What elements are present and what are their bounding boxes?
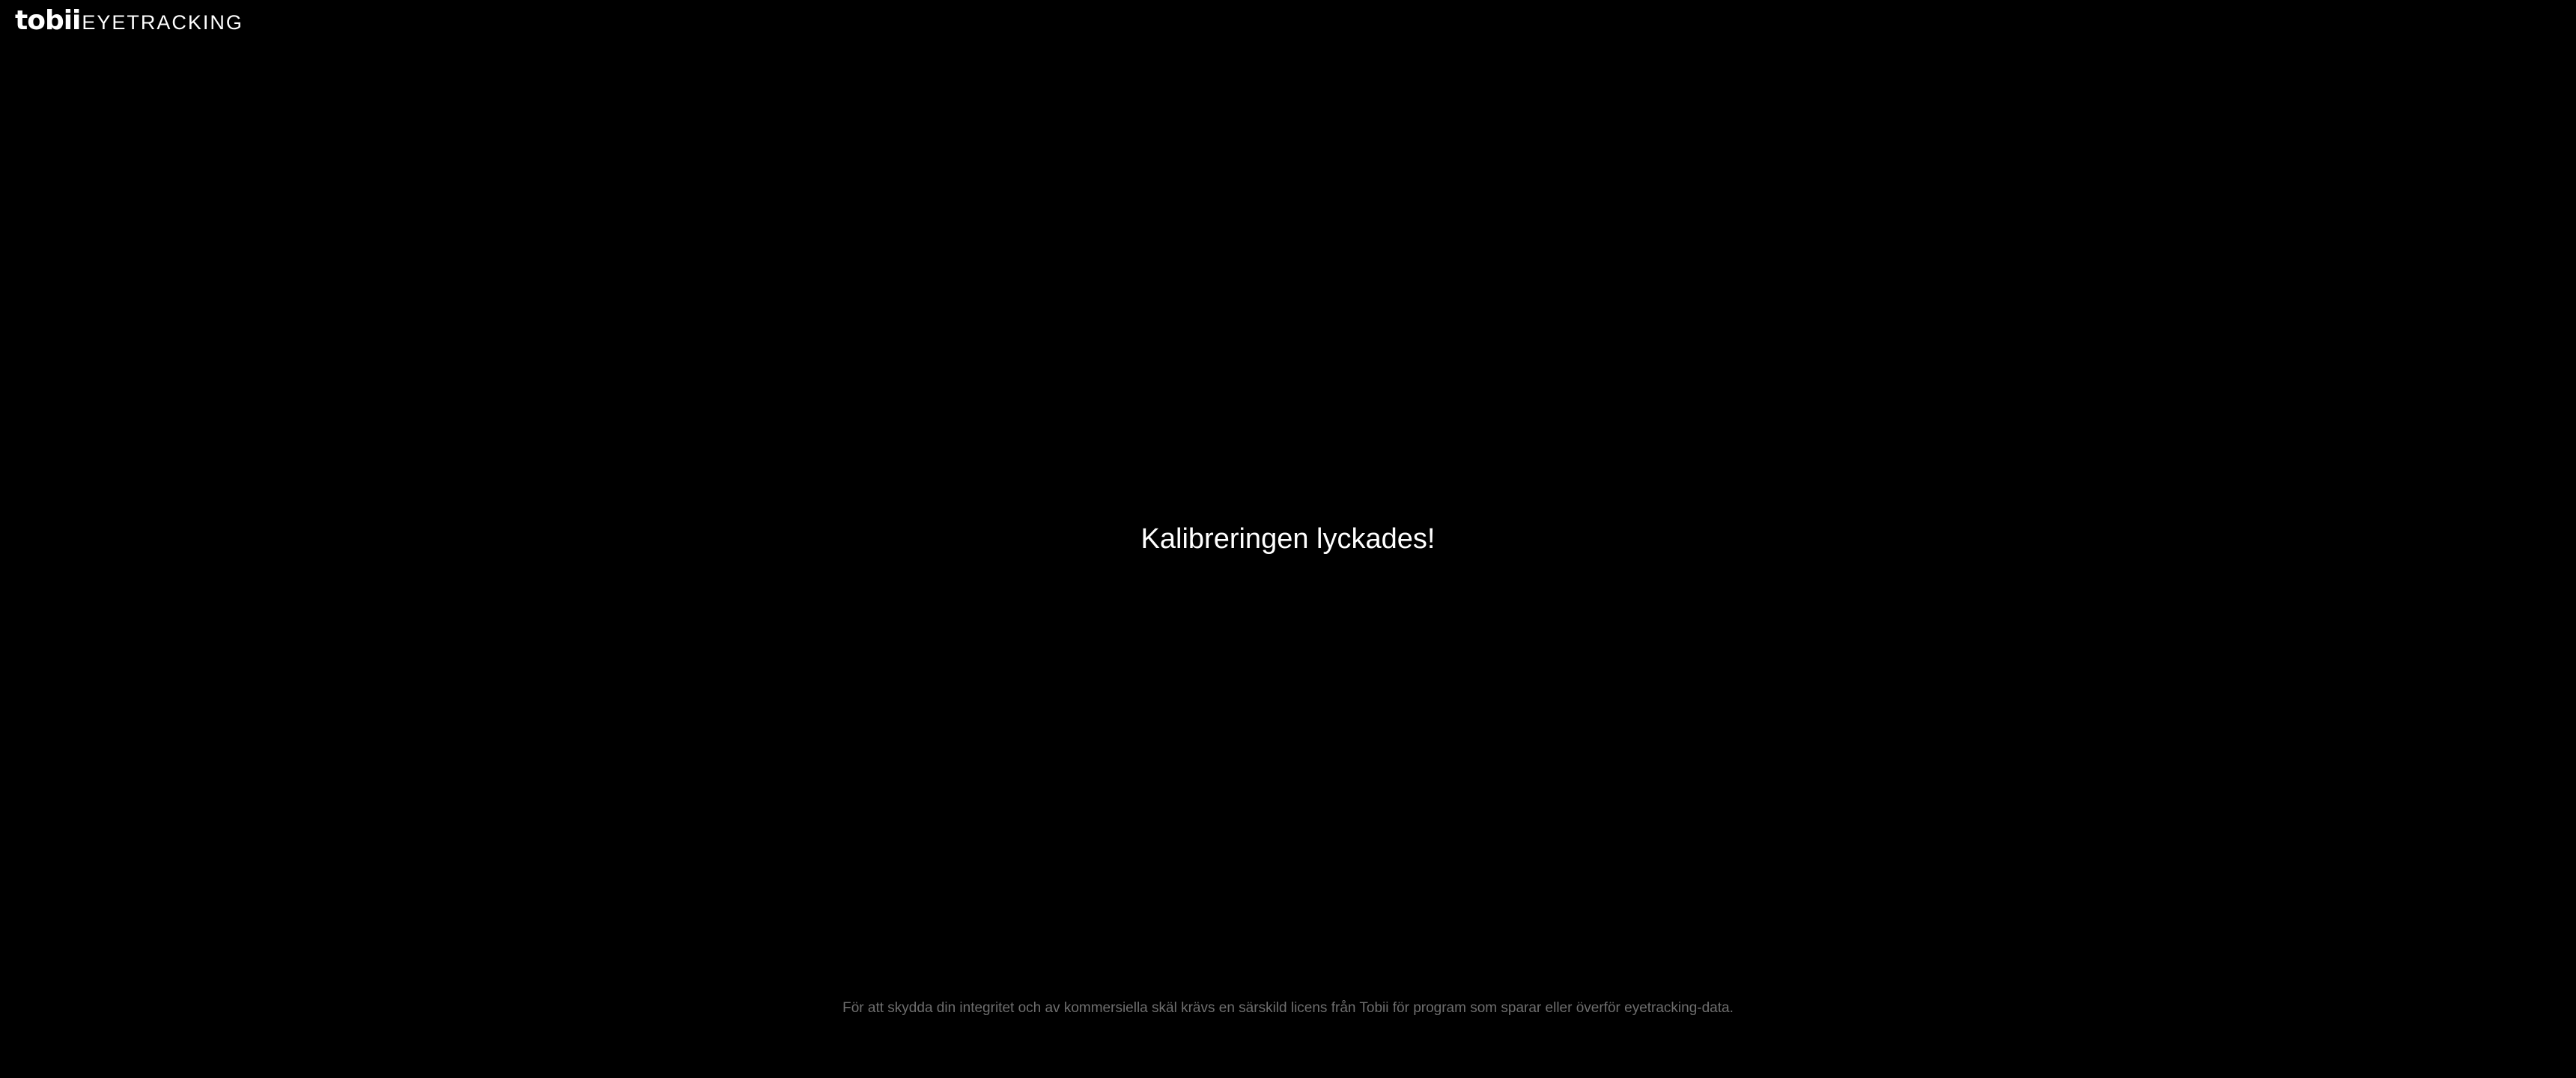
calibration-success-message: Kalibreringen lyckades! — [1140, 523, 1436, 555]
license-notice: För att skydda din integritet och av kom… — [842, 1000, 1734, 1016]
logo-product: EYETRACKING — [82, 11, 243, 34]
logo-brand: tobii — [15, 5, 81, 36]
tobii-eyetracking-logo: tobii EYETRACKING — [15, 6, 243, 36]
